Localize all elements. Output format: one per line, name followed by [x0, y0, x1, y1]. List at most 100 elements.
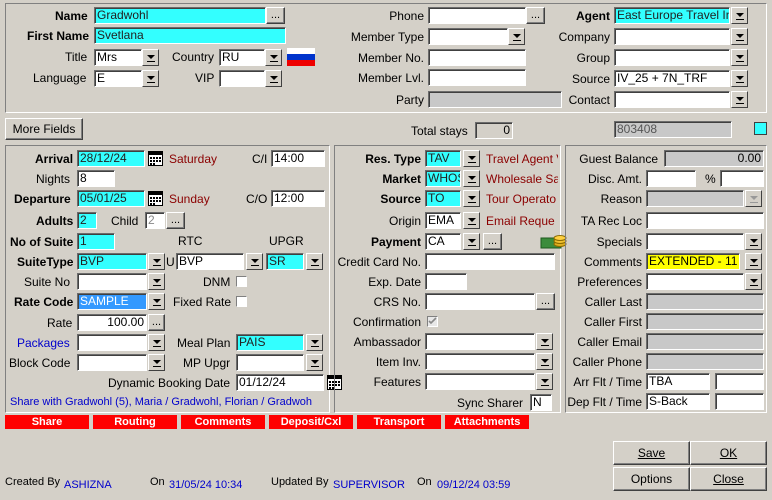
company-dropdown-button[interactable] [731, 28, 748, 45]
rate-lookup-button[interactable]: ... [148, 314, 165, 331]
crsno-field[interactable] [425, 293, 535, 310]
features-dropdown-button[interactable] [536, 373, 553, 390]
agent-field[interactable]: East Europe Travel In [614, 7, 730, 24]
rtc-field[interactable]: BVP [176, 253, 244, 270]
arrival-field[interactable]: 28/12/24 [77, 150, 145, 167]
contact-field[interactable] [614, 91, 730, 108]
tab-share[interactable]: Share [5, 415, 89, 429]
tab-transport[interactable]: Transport [357, 415, 441, 429]
memberno-field[interactable] [428, 49, 526, 66]
child-lookup-button[interactable]: ... [166, 212, 185, 229]
mealplan-field[interactable]: PAIS [236, 334, 304, 351]
creditcard-field[interactable] [425, 253, 555, 270]
options-button[interactable]: Options [613, 467, 690, 491]
money-icon[interactable] [540, 232, 568, 250]
dnm-checkbox[interactable] [236, 276, 247, 287]
title-dropdown-button[interactable] [142, 49, 159, 66]
mid-source-dropdown-button[interactable] [463, 190, 480, 207]
ambassador-field[interactable] [425, 333, 535, 350]
iteminv-field[interactable] [425, 353, 535, 370]
more-fields-button[interactable]: More Fields [5, 118, 83, 140]
calendar-icon[interactable] [148, 151, 163, 166]
ratecode-dropdown-button[interactable] [148, 293, 165, 310]
suitetype-field[interactable]: BVP [77, 253, 147, 270]
departure-field[interactable]: 05/01/25 [77, 190, 145, 207]
suitetype-dropdown-button[interactable] [148, 253, 165, 270]
restype-dropdown-button[interactable] [463, 150, 480, 167]
share-with-text[interactable]: Share with Gradwohl (5), Maria / Gradwoh… [10, 394, 312, 410]
firstname-field[interactable]: Svetlana [94, 27, 286, 44]
phone-field[interactable] [428, 7, 526, 24]
syncsharer-field[interactable]: N [530, 394, 552, 411]
confirmation-checkbox[interactable] [427, 316, 438, 327]
ci-field[interactable]: 14:00 [271, 150, 325, 167]
packages-link[interactable]: Packages [17, 335, 70, 351]
comments-field[interactable]: EXTENDED - 11 [646, 253, 740, 270]
comments-dropdown-button[interactable] [745, 253, 762, 270]
membertype-field[interactable] [428, 28, 508, 45]
blockcode-dropdown-button[interactable] [148, 354, 165, 371]
blockcode-field[interactable] [77, 354, 147, 371]
packages-field[interactable] [77, 334, 147, 351]
name-lookup-button[interactable]: ... [266, 7, 285, 24]
preferences-field[interactable] [646, 273, 744, 290]
ok-button[interactable]: OK [690, 441, 767, 465]
ambassador-dropdown-button[interactable] [536, 333, 553, 350]
country-field[interactable]: RU [219, 49, 265, 66]
suiteno-dropdown-button[interactable] [148, 273, 165, 290]
discamt-field[interactable] [646, 170, 696, 187]
upgr-field[interactable]: SR [266, 253, 304, 270]
arrflt-field[interactable]: TBA [646, 373, 710, 390]
close-button[interactable]: Close [690, 467, 767, 491]
crsno-lookup-button[interactable]: ... [536, 293, 555, 310]
payment-dropdown-button[interactable] [463, 233, 480, 250]
group-dropdown-button[interactable] [731, 49, 748, 66]
source-field[interactable]: IV_25 + 7N_TRF [614, 70, 730, 87]
origin-dropdown-button[interactable] [463, 212, 480, 229]
tarecloc-field[interactable] [646, 212, 764, 229]
child-field[interactable]: 2 [145, 212, 165, 229]
arrtime-field[interactable] [715, 373, 764, 390]
contact-dropdown-button[interactable] [731, 91, 748, 108]
mealplan-dropdown-button[interactable] [306, 334, 323, 351]
fixedrate-checkbox[interactable] [236, 296, 247, 307]
save-button[interactable]: Save [613, 441, 690, 465]
rate-field[interactable]: 100.00 [77, 314, 147, 331]
mpupgr-field[interactable] [236, 354, 304, 371]
ratecode-field[interactable]: SAMPLE [77, 293, 147, 310]
mpupgr-dropdown-button[interactable] [306, 354, 323, 371]
preferences-dropdown-button[interactable] [745, 273, 762, 290]
mid-source-field[interactable]: TO [425, 190, 461, 207]
tab-comments[interactable]: Comments [181, 415, 265, 429]
language-field[interactable]: E [94, 70, 142, 87]
iteminv-dropdown-button[interactable] [536, 353, 553, 370]
group-field[interactable] [614, 49, 730, 66]
expdate-field[interactable] [425, 273, 467, 290]
dynbooking-field[interactable]: 01/12/24 [236, 374, 324, 391]
agent-dropdown-button[interactable] [731, 7, 748, 24]
origin-field[interactable]: EMA [425, 212, 461, 229]
specials-dropdown-button[interactable] [745, 233, 762, 250]
depflt-field[interactable]: S-Back [646, 393, 710, 410]
tab-deposit-cxl[interactable]: Deposit/Cxl [269, 415, 353, 429]
specials-field[interactable] [646, 233, 744, 250]
vip-dropdown-button[interactable] [265, 70, 282, 87]
features-field[interactable] [425, 373, 535, 390]
market-field[interactable]: WHOS [425, 170, 461, 187]
payment-lookup-button[interactable]: ... [483, 233, 502, 250]
rtc-dropdown-button[interactable] [246, 253, 263, 270]
title-field[interactable]: Mrs [94, 49, 142, 66]
deptime-field[interactable] [715, 393, 764, 410]
vip-field[interactable] [219, 70, 265, 87]
membertype-dropdown-button[interactable] [508, 28, 525, 45]
country-dropdown-button[interactable] [265, 49, 282, 66]
nights-field[interactable]: 8 [77, 170, 115, 187]
memberlvl-field[interactable] [428, 69, 526, 86]
phone-lookup-button[interactable]: ... [526, 7, 545, 24]
restype-field[interactable]: TAV [425, 150, 461, 167]
payment-field[interactable]: CA [425, 233, 461, 250]
noofsuite-field[interactable]: 1 [77, 233, 115, 250]
pct-field[interactable] [720, 170, 764, 187]
upgr-dropdown-button[interactable] [306, 253, 323, 270]
packages-dropdown-button[interactable] [148, 334, 165, 351]
